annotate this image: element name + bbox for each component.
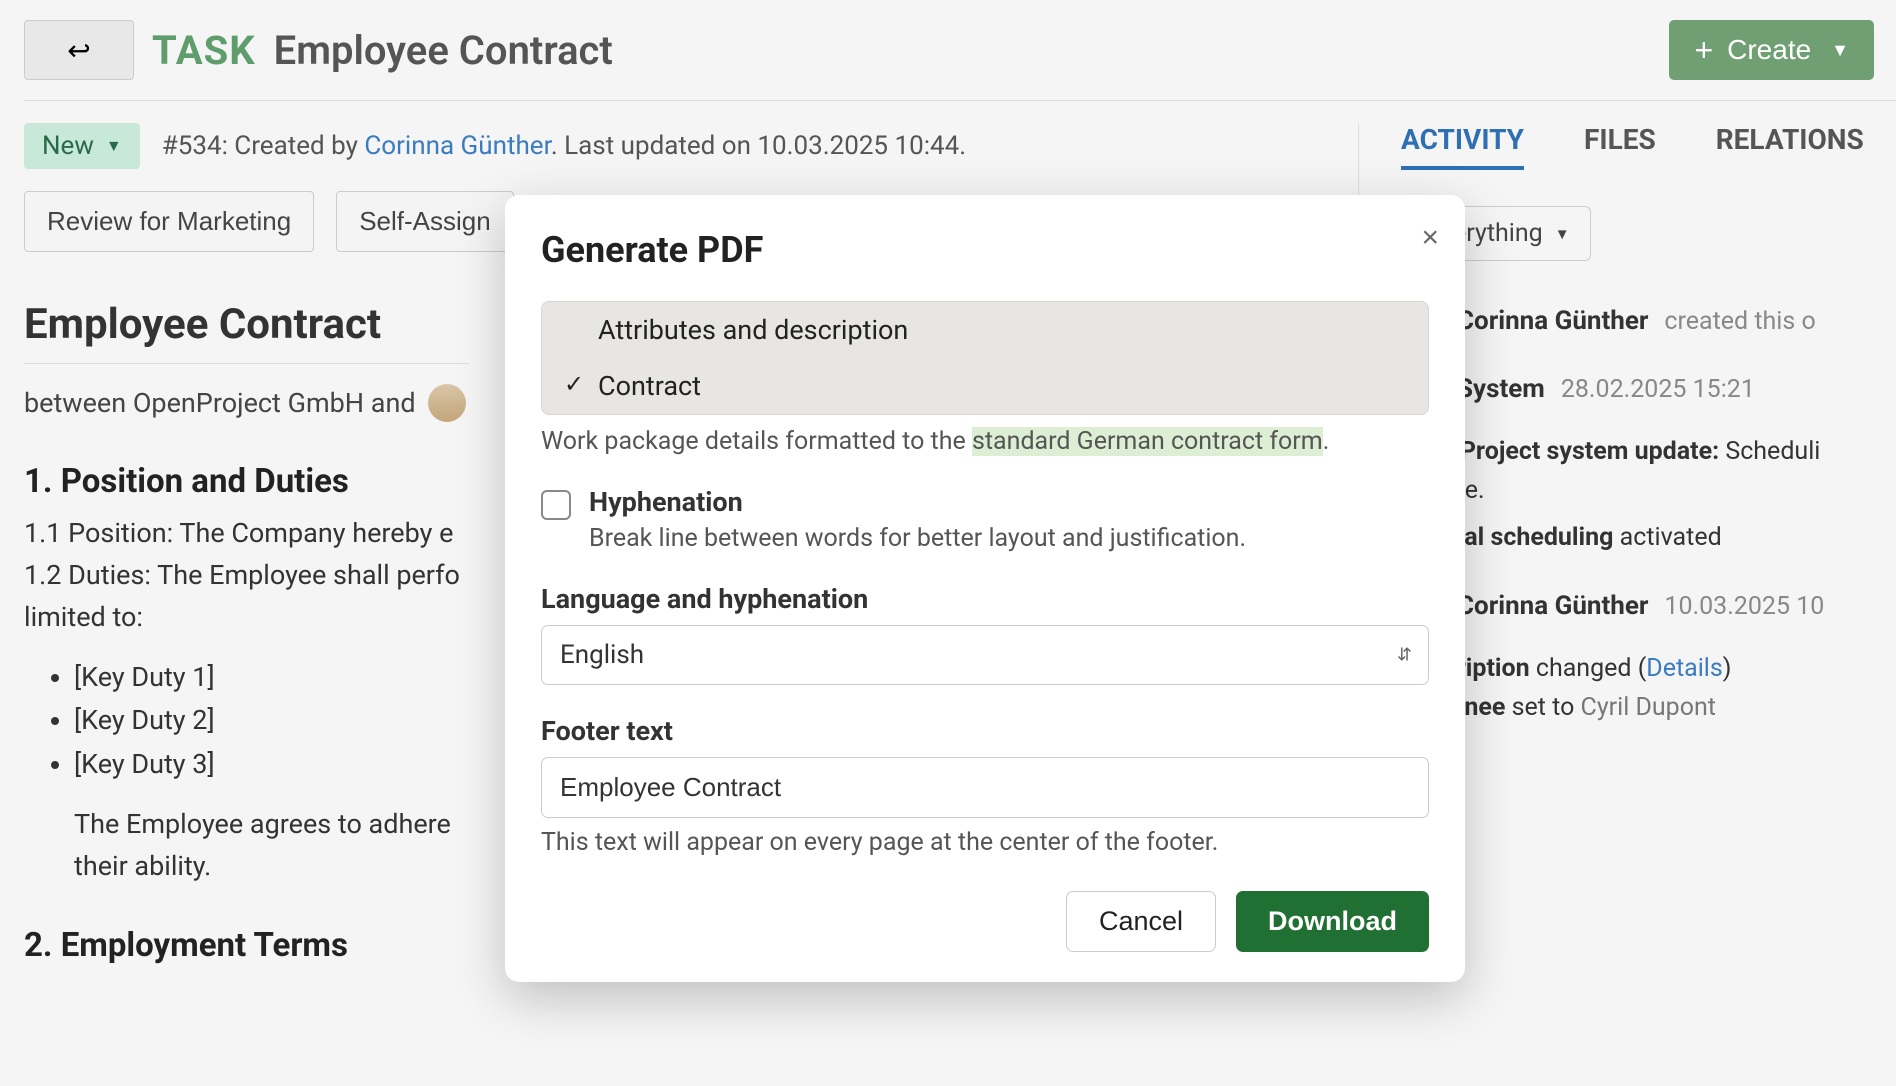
activity-author: System [1457,374,1545,404]
template-helper-text: Work package details formatted to the st… [541,427,1429,456]
footer-text-input[interactable] [541,757,1429,818]
assignee-link[interactable]: Cyril Dupont [1581,693,1716,722]
meta-text: #534: Created by Corinna Günther. Last u… [162,131,966,161]
activity-timestamp: 28.02.2025 15:21 [1561,375,1755,404]
footer-helper-text: This text will appear on every page at t… [541,828,1429,857]
back-arrow-icon: ↩ [67,34,90,67]
divider [24,100,1896,101]
hyphenation-checkbox[interactable] [541,490,571,520]
modal-title: Generate PDF [541,229,1429,271]
activity-item: Corinna Günther 10.03.2025 10 [1401,586,1896,626]
hyphenation-helper: Break line between words for better layo… [589,524,1246,553]
chevron-down-icon: ▼ [106,136,122,156]
activity-action: created this o [1664,307,1815,336]
author-link[interactable]: Corinna Günther [364,131,550,161]
generate-pdf-modal: Generate PDF × Attributes and descriptio… [505,195,1465,982]
review-marketing-button[interactable]: Review for Marketing [24,191,314,252]
language-select[interactable]: English [541,625,1429,685]
activity-detail: Description changed (Details) [1401,654,1896,683]
language-label: Language and hyphenation [541,583,1429,615]
activity-author[interactable]: Corinna Günther [1457,591,1648,621]
tab-relations[interactable]: RELATIONS [1716,123,1864,170]
chevron-down-icon: ▼ [1555,225,1570,243]
create-button[interactable]: + Create ▼ [1669,20,1874,80]
avatar-icon [428,384,466,422]
download-button[interactable]: Download [1236,891,1429,952]
activity-item: Corinna Günther created this o [1401,301,1896,341]
plus-icon: + [1694,32,1713,69]
meta-prefix: #534: Created by [162,131,365,161]
footer-text-label: Footer text [541,715,1429,747]
tab-files[interactable]: FILES [1584,123,1656,170]
activity-timestamp: 10.03.2025 10 [1664,592,1824,621]
work-package-type: TASK [152,27,256,74]
activity-detail: Manual scheduling activated [1401,523,1896,552]
meta-suffix: . Last updated on 10.03.2025 10:44. [551,131,966,161]
activity-detail: OpenProject system update: Scheduli [1401,437,1896,466]
close-icon: × [1421,221,1439,254]
status-dropdown[interactable]: New ▼ [24,123,140,169]
header-row: ↩ TASK Employee Contract + Create ▼ [24,20,1896,80]
tab-activity[interactable]: ACTIVITY [1401,123,1524,170]
chevron-down-icon: ▼ [1831,40,1849,61]
back-button[interactable]: ↩ [24,20,134,80]
details-link[interactable]: Details [1646,654,1723,683]
create-label: Create [1727,34,1811,66]
status-label: New [42,131,94,161]
self-assign-button[interactable]: Self-Assign [336,191,514,252]
template-select-open[interactable]: Attributes and description Contract [541,301,1429,415]
cancel-button[interactable]: Cancel [1066,891,1216,952]
hyphenation-label: Hyphenation [589,486,1246,518]
close-button[interactable]: × [1421,221,1439,255]
template-option-attributes[interactable]: Attributes and description [542,302,1428,358]
activity-detail: Assignee set to Cyril Dupont [1401,693,1896,722]
tabs: ACTIVITY FILES RELATIONS [1401,123,1896,170]
doc-divider [24,363,469,364]
language-value: English [560,640,644,670]
activity-detail: update. [1401,476,1896,505]
page-title: Employee Contract [274,27,613,74]
between-text: between OpenProject GmbH and [24,387,416,419]
activity-item: S System 28.02.2025 15:21 [1401,369,1896,409]
template-option-contract[interactable]: Contract [542,358,1428,414]
activity-author[interactable]: Corinna Günther [1457,306,1648,336]
